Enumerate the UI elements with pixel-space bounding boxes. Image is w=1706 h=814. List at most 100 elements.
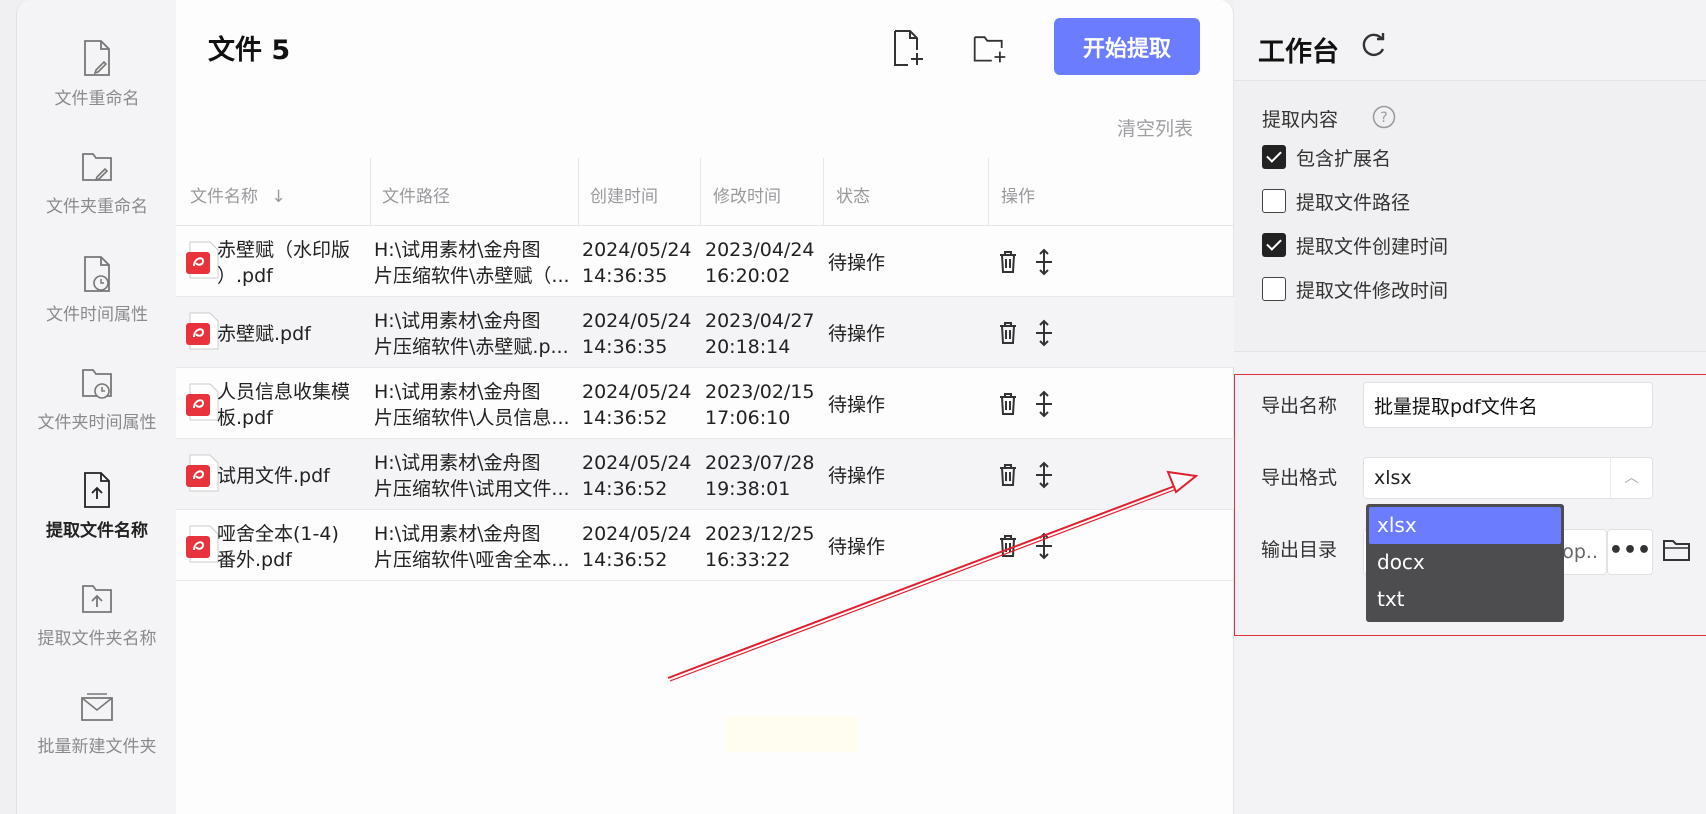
export-format-select[interactable]: xlsx ︿: [1363, 457, 1653, 499]
export-name-input[interactable]: [1363, 382, 1653, 428]
sidebar-item-label: 文件时间属性: [46, 305, 148, 325]
sidebar-item-extract-folder-names[interactable]: 提取文件夹名称: [17, 578, 177, 649]
column-header-name[interactable]: 文件名称 ↓: [190, 182, 286, 207]
trash-icon[interactable]: [996, 248, 1020, 276]
pdf-file-icon: [186, 312, 219, 350]
sidebar-item-file-rename[interactable]: 文件重命名: [17, 38, 177, 109]
batch-folder-icon: [81, 693, 113, 721]
drag-handle-icon[interactable]: [1032, 248, 1056, 276]
checkbox-checked[interactable]: [1262, 233, 1286, 257]
format-option-xlsx[interactable]: xlsx: [1369, 507, 1561, 544]
checkbox-unchecked[interactable]: [1262, 189, 1286, 213]
add-folder-icon[interactable]: [972, 28, 1008, 68]
trash-icon[interactable]: [996, 461, 1020, 489]
sidebar-item-label: 文件夹时间属性: [37, 413, 157, 433]
drag-handle-icon[interactable]: [1032, 319, 1056, 347]
column-header-created: 创建时间: [590, 187, 658, 207]
trash-icon[interactable]: [996, 532, 1020, 560]
file-path-line: H:\试用素材\金舟图: [374, 310, 541, 332]
watermark: [726, 716, 858, 752]
file-name-cell: 人员信息收集模 板.pdf: [217, 379, 362, 431]
pdf-file-icon: [186, 383, 219, 421]
browse-more-button[interactable]: •••: [1607, 529, 1653, 575]
option-label: 包含扩展名: [1296, 148, 1392, 170]
export-format-value: xlsx: [1374, 467, 1412, 489]
modified-time: 16:33:22: [705, 549, 791, 571]
status-cell: 待操作: [828, 252, 886, 274]
clear-list-button[interactable]: 清空列表: [1117, 114, 1193, 141]
drag-handle-icon[interactable]: [1032, 461, 1056, 489]
created-date: 2024/05/24: [582, 381, 692, 403]
column-header-modified: 修改时间: [713, 187, 781, 207]
open-folder-icon[interactable]: [1661, 535, 1693, 565]
checkbox-checked[interactable]: [1262, 145, 1286, 169]
sort-down-icon: ↓: [271, 187, 286, 207]
modified-time-cell: 2023/12/25 16:33:22: [705, 521, 815, 573]
file-path-line: 片压缩软件\试用文件...: [374, 478, 570, 500]
table-header: 文件名称 ↓ 文件路径 创建时间 修改时间 状态 操作: [176, 158, 1234, 226]
created-date: 2024/05/24: [582, 239, 692, 261]
file-name-cell: 哑舍全本(1-4) 番外.pdf: [217, 521, 362, 573]
modified-time: 19:38:01: [705, 478, 791, 500]
created-time: 14:36:35: [582, 336, 668, 358]
column-divider: [988, 158, 989, 226]
refresh-icon[interactable]: [1360, 30, 1388, 60]
created-time-cell: 2024/05/24 14:36:52: [582, 450, 692, 502]
file-path-line: H:\试用素材\金舟图: [374, 523, 541, 545]
sidebar-item-file-time[interactable]: 文件时间属性: [17, 254, 177, 325]
file-path-cell: H:\试用素材\金舟图 片压缩软件\赤壁赋（...: [374, 237, 572, 289]
file-path-cell: H:\试用素材\金舟图 片压缩软件\哑舍全本...: [374, 521, 572, 573]
file-rename-icon: [84, 40, 110, 76]
trash-icon[interactable]: [996, 319, 1020, 347]
format-dropdown-menu: xlsx docx txt: [1366, 504, 1564, 622]
checkbox-unchecked[interactable]: [1262, 277, 1286, 301]
created-time: 14:36:52: [582, 478, 668, 500]
created-time-cell: 2024/05/24 14:36:35: [582, 237, 692, 289]
start-extract-button[interactable]: 开始提取: [1054, 18, 1200, 75]
column-header-status: 状态: [836, 187, 870, 207]
format-option-txt[interactable]: txt: [1369, 581, 1561, 618]
drag-handle-icon[interactable]: [1032, 532, 1056, 560]
workbench-title: 工作台: [1258, 37, 1339, 68]
sidebar-item-folder-time[interactable]: 文件夹时间属性: [17, 362, 177, 433]
file-name-line: 赤壁赋（水印版: [217, 239, 351, 261]
sidebar-item-extract-file-names[interactable]: 提取文件名称: [17, 470, 177, 541]
modified-date: 2023/07/28: [705, 452, 815, 474]
file-path-line: H:\试用素材\金舟图: [374, 381, 541, 403]
option-label: 提取文件路径: [1296, 192, 1411, 214]
pdf-file-icon: [186, 241, 219, 279]
sidebar: 文件重命名 文件夹重命名 文件时间属性 文件夹时间属性 提取文件名称 提取文件夹…: [16, 0, 176, 814]
drag-handle-icon[interactable]: [1032, 390, 1056, 418]
table-row[interactable]: 哑舍全本(1-4) 番外.pdf H:\试用素材\金舟图 片压缩软件\哑舍全本...…: [176, 510, 1234, 581]
file-path-cell: H:\试用素材\金舟图 片压缩软件\赤壁赋.p...: [374, 308, 572, 360]
modified-time-cell: 2023/04/27 20:18:14: [705, 308, 815, 360]
trash-icon[interactable]: [996, 390, 1020, 418]
file-extract-icon: [84, 472, 110, 508]
modified-time: 20:18:14: [705, 336, 791, 358]
table-row[interactable]: 赤壁赋.pdf H:\试用素材\金舟图 片压缩软件\赤壁赋.p... 2024/0…: [176, 297, 1234, 368]
file-path-cell: H:\试用素材\金舟图片压缩软件\试用文件...: [374, 450, 572, 502]
modified-date: 2023/12/25: [705, 523, 815, 545]
file-name-cell: 赤壁赋（水印版 ）.pdf: [217, 237, 362, 289]
sidebar-item-batch-folder[interactable]: 批量新建文件夹: [17, 686, 177, 757]
chevron-up-icon: ︿: [1610, 458, 1652, 498]
output-dir-value: op..: [1562, 541, 1598, 563]
add-file-icon[interactable]: [890, 28, 926, 68]
sidebar-item-folder-rename[interactable]: 文件夹重命名: [17, 146, 177, 217]
app-window: 文件重命名 文件夹重命名 文件时间属性 文件夹时间属性 提取文件名称 提取文件夹…: [0, 0, 1706, 814]
created-time-cell: 2024/05/24 14:36:52: [582, 521, 692, 573]
sidebar-item-label: 提取文件名称: [46, 521, 148, 541]
file-path-line: H:\试用素材\金舟图: [374, 452, 541, 474]
table-row[interactable]: 人员信息收集模 板.pdf H:\试用素材\金舟图 片压缩软件\人员信息... 20…: [176, 368, 1234, 439]
extract-content-label: 提取内容: [1262, 109, 1339, 131]
format-option-docx[interactable]: docx: [1369, 544, 1561, 581]
page-title: 文件 5: [208, 35, 291, 66]
modified-time: 16:20:02: [705, 265, 791, 287]
option-label: 提取文件修改时间: [1296, 280, 1449, 302]
table-row[interactable]: 试用文件.pdf H:\试用素材\金舟图 片压缩软件\试用文件... 2024/0…: [176, 439, 1234, 510]
option-label: 提取文件创建时间: [1296, 236, 1449, 258]
file-name-line: 人员信息收集模: [217, 381, 351, 403]
modified-time-cell: 2023/04/24 16:20:02: [705, 237, 815, 289]
help-icon[interactable]: ?: [1372, 105, 1396, 129]
table-row[interactable]: 赤壁赋（水印版 ）.pdf H:\试用素材\金舟图 片压缩软件\赤壁赋（... 20…: [176, 226, 1234, 297]
